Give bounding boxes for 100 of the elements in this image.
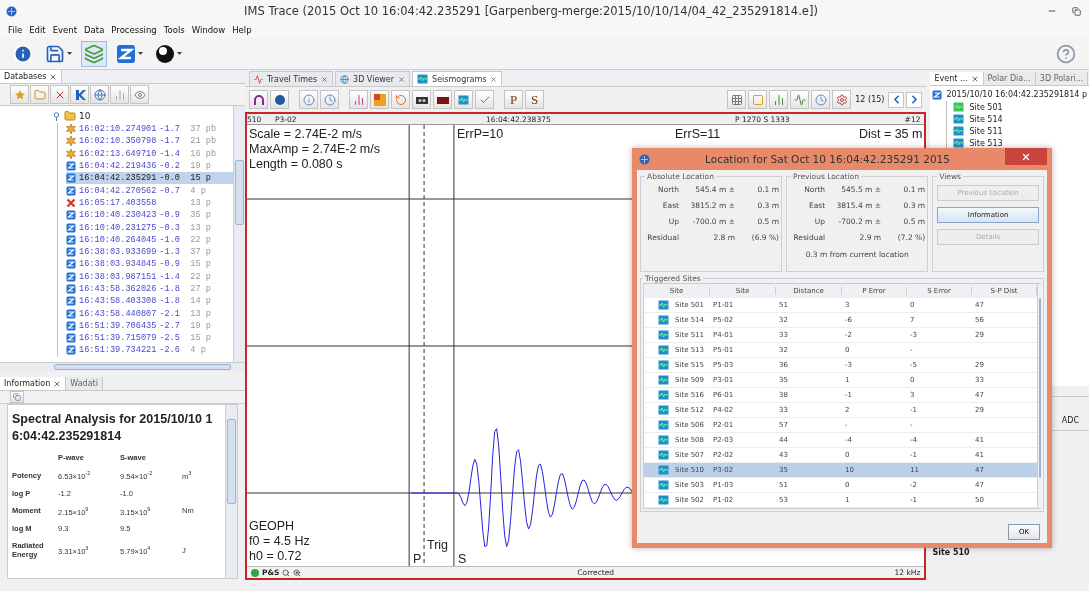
- window-title: IMS Trace (2015 Oct 10 16:04:42.235291 [Garpenberg-merge:2015/10/10/14/04_42_235291814.e]): [243, 4, 819, 18]
- accept-button[interactable]: [475, 90, 494, 109]
- event-row[interactable]: 16:02:10.274901 -1.7 37 pb: [66, 123, 233, 136]
- pick-button[interactable]: P: [504, 90, 523, 109]
- event-row[interactable]: 16:05:17.403558 13 p: [66, 196, 233, 210]
- event-row[interactable]: 16:10:40.264045 -1.0 22 p: [66, 233, 233, 246]
- event-row[interactable]: 16:04:42.219436 -0.2 19 p: [66, 159, 233, 173]
- record-button[interactable]: [433, 90, 452, 109]
- square-icon: [751, 93, 764, 106]
- event-row[interactable]: 16:51:39.715079 -2.5 15 p: [66, 332, 233, 345]
- vertical-scrollbar[interactable]: [1037, 284, 1042, 508]
- app-icon: [6, 5, 17, 17]
- gradient-icon: [373, 93, 386, 106]
- horizontal-scrollbar[interactable]: [0, 362, 245, 371]
- panel-tab[interactable]: Databases: [0, 70, 63, 83]
- restore-button[interactable]: [1069, 4, 1083, 18]
- clock-button[interactable]: [320, 90, 339, 109]
- panel-tab[interactable]: Event ...: [930, 72, 984, 85]
- layout-button[interactable]: [748, 90, 768, 109]
- sensor-info: f0 = 4.5 Hz: [249, 534, 310, 549]
- star-icon: [13, 88, 26, 101]
- tree-label[interactable]: Site 514: [969, 114, 1003, 124]
- tree-label[interactable]: Site 513: [969, 138, 1003, 148]
- globe-button[interactable]: [90, 85, 109, 104]
- delete-button[interactable]: [50, 85, 69, 104]
- globe-icon: [340, 74, 350, 84]
- event-row[interactable]: 16:04:42.270562 -0.7 4 p: [66, 184, 233, 197]
- sensor-icon: [658, 375, 669, 385]
- panel-tab[interactable]: Wadati: [66, 377, 103, 390]
- menu-item[interactable]: Processing: [111, 25, 157, 35]
- event-row[interactable]: 16:43:58.362026 -1.8 27 p: [66, 282, 233, 296]
- chart-button[interactable]: [349, 90, 368, 109]
- tree-label[interactable]: 10: [79, 111, 91, 121]
- expanded-icon: [52, 111, 61, 121]
- event-row[interactable]: 16:10:40.231275 -0.3 13 p: [66, 221, 233, 234]
- clock-button[interactable]: [811, 90, 831, 109]
- info-button[interactable]: [299, 90, 318, 109]
- zigzag-icon: [116, 43, 136, 64]
- event-row[interactable]: 16:43:58.440807 -2.1 13 p: [66, 307, 233, 320]
- info-icon: [302, 93, 315, 106]
- event-row[interactable]: 16:51:39.734221 -2.6 4 p: [66, 344, 233, 357]
- event-row[interactable]: 16:43:58.403308 -1.8 14 p: [66, 295, 233, 308]
- panel-tab[interactable]: Information: [0, 377, 67, 390]
- starburst-icon: [66, 136, 76, 147]
- globe-button[interactable]: [270, 90, 289, 109]
- tree-label[interactable]: Site 501: [969, 102, 1003, 112]
- tree-label[interactable]: Site 511: [969, 126, 1003, 136]
- copy-button[interactable]: [10, 391, 24, 403]
- chart-icon: [352, 93, 365, 106]
- menu-item[interactable]: Tools: [163, 25, 185, 35]
- k-button[interactable]: [70, 85, 89, 104]
- event-row[interactable]: 16:38:03.934845 -0.9 15 p: [66, 258, 233, 271]
- caret-icon: [177, 52, 182, 55]
- vertical-scrollbar[interactable]: [225, 405, 237, 578]
- grid-button[interactable]: [727, 90, 747, 109]
- filter-button[interactable]: [110, 85, 129, 104]
- event-row[interactable]: 16:10:40.230423 -0.9 35 p: [66, 209, 233, 222]
- vertical-scrollbar[interactable]: [233, 106, 245, 362]
- menu-item[interactable]: Window: [191, 25, 226, 35]
- trace-info: Length = 0.080 s: [249, 157, 343, 172]
- sensor-icon: [658, 450, 669, 460]
- new-button[interactable]: [10, 85, 29, 104]
- settings-button[interactable]: [832, 90, 852, 109]
- document-tab[interactable]: Seismograms: [412, 71, 503, 86]
- document-tab[interactable]: Travel Times: [249, 71, 334, 86]
- menu-item[interactable]: Edit: [29, 25, 46, 35]
- spectrum-button[interactable]: [370, 90, 389, 109]
- restore-icon: [1071, 6, 1081, 16]
- event-row[interactable]: 16:02:10.350798 -1.7 21 pb: [66, 135, 233, 148]
- copy-icon: [13, 393, 21, 401]
- panel-tab[interactable]: 3D Polari...: [1035, 72, 1089, 85]
- event-row[interactable]: 16:04:42.235291 -0.0 15 p: [66, 172, 233, 185]
- site-label: Site 510: [931, 547, 971, 559]
- document-tab[interactable]: 3D Viewer: [335, 71, 411, 86]
- rotate-icon: [394, 93, 407, 106]
- menu-item[interactable]: Data: [84, 25, 105, 35]
- info-icon: [13, 43, 33, 64]
- event-row[interactable]: 16:51:39.706435 -2.7 19 p: [66, 319, 233, 333]
- filter-button[interactable]: [769, 90, 789, 109]
- event-row[interactable]: 16:38:03.933699 -1.3 37 p: [66, 245, 233, 259]
- trace-info: Scale = 2.74E-2 m/s: [249, 127, 362, 142]
- expand-handle[interactable]: [52, 111, 61, 121]
- menu-item[interactable]: Event: [52, 25, 78, 35]
- arc-button[interactable]: [249, 90, 268, 109]
- menu-item[interactable]: File: [8, 25, 23, 35]
- event-row[interactable]: 16:38:03.987151 -1.4 22 p: [66, 270, 233, 283]
- next-button[interactable]: [906, 91, 923, 108]
- tree-label[interactable]: 2015/10/10 16:04:42.235291814 p: [946, 90, 1087, 99]
- chart-button[interactable]: [790, 90, 810, 109]
- close-button[interactable]: [1005, 148, 1047, 165]
- event-row[interactable]: 16:02:13.649710 -1.4 16 pb: [66, 147, 233, 160]
- app-icon: [639, 153, 650, 165]
- menu-item[interactable]: Help: [232, 25, 252, 35]
- previous-button[interactable]: [888, 91, 905, 108]
- pick-button[interactable]: S: [525, 90, 544, 109]
- sensor-icon: [658, 300, 669, 310]
- panel-tab[interactable]: Polar Dia...: [983, 72, 1036, 85]
- map-button[interactable]: [81, 40, 107, 67]
- tape-button[interactable]: [412, 90, 431, 109]
- view-button[interactable]: [130, 85, 149, 104]
